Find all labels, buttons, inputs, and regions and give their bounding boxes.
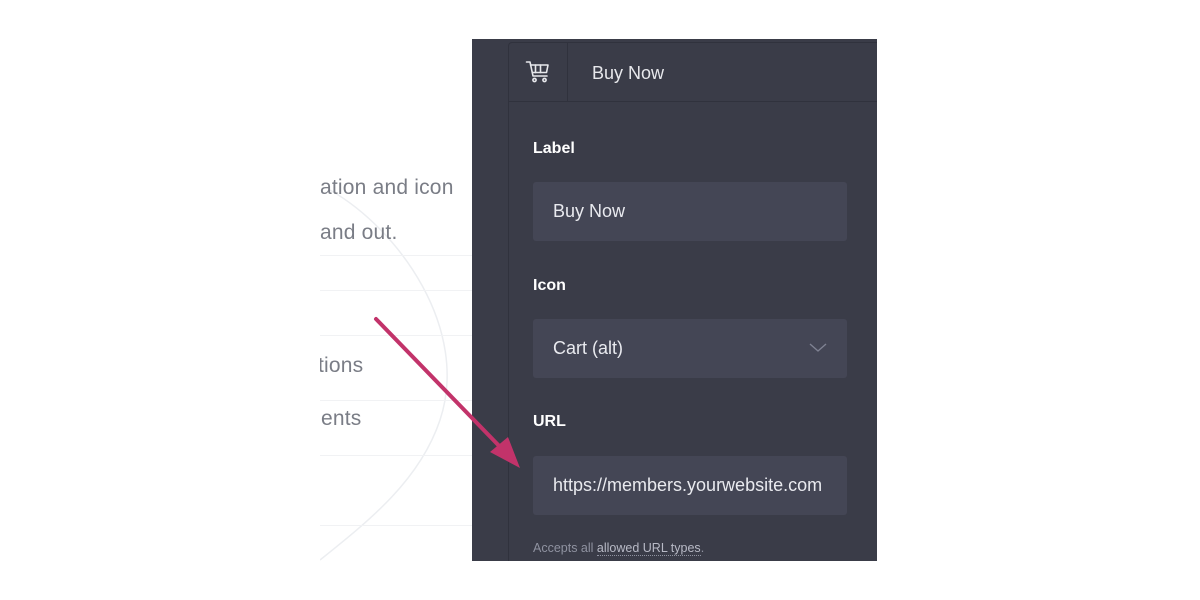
divider	[320, 400, 480, 401]
background-text-line: tions	[320, 354, 364, 377]
label-input[interactable]: Buy Now	[533, 182, 847, 241]
divider	[320, 290, 480, 291]
block-header: Buy Now	[509, 43, 877, 102]
url-hint-suffix: .	[700, 541, 705, 555]
icon-select[interactable]: Cart (alt)	[533, 319, 847, 378]
divider	[320, 525, 480, 526]
divider	[320, 335, 480, 336]
button-block-settings: Buy Now Label Buy Now Icon Cart (alt) UR…	[508, 42, 877, 561]
label-field-label: Label	[533, 140, 575, 157]
settings-panel: Buy Now Label Buy Now Icon Cart (alt) UR…	[472, 39, 877, 561]
icon-select-value: Cart (alt)	[553, 338, 624, 358]
background-text-line: and out.	[320, 221, 398, 244]
url-hint: Accepts all allowed URL types.	[533, 541, 705, 556]
background-text-line: ents	[321, 407, 362, 430]
url-field-label: URL	[533, 413, 566, 430]
block-title: Buy Now	[592, 63, 665, 83]
url-input[interactable]: https://members.yourwebsite.com	[533, 456, 847, 515]
divider	[320, 455, 480, 456]
chevron-down-icon	[809, 343, 827, 352]
url-hint-prefix: Accepts all	[533, 541, 597, 555]
allowed-url-types-link[interactable]: allowed URL types	[596, 541, 701, 556]
divider	[320, 255, 480, 256]
shopping-cart-icon	[509, 43, 568, 101]
background-text-line: ation and icon	[320, 176, 454, 199]
icon-field-label: Icon	[533, 277, 566, 294]
background-page: ation and icon and out. tions ents	[320, 160, 480, 580]
